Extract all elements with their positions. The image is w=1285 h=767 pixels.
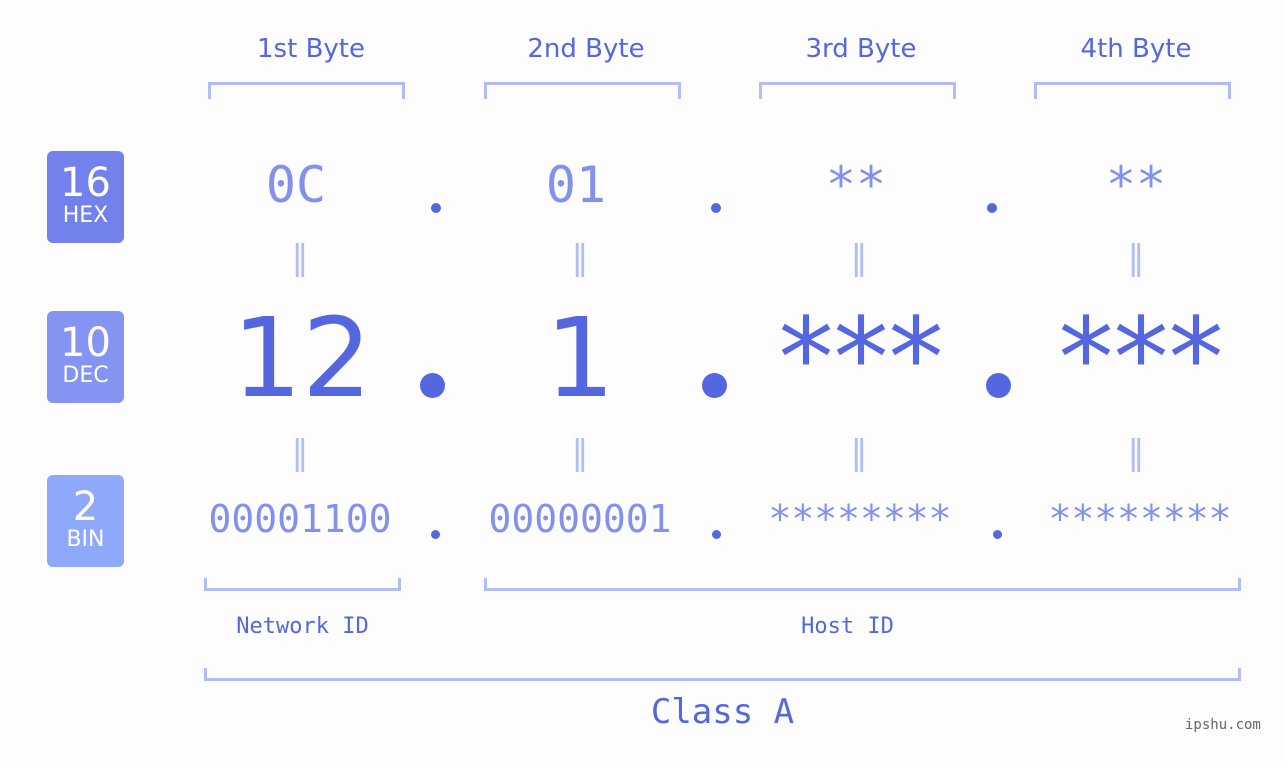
bin-badge: 2 BIN [47,475,124,567]
dec-dot-1 [420,373,445,398]
network-id-bracket [204,578,401,591]
dec-dot-2 [702,373,727,398]
bin-byte-4: ******** [1048,497,1232,541]
equals-sign: ‖ [1127,433,1145,473]
dec-byte-3: *** [778,294,944,422]
equals-sign: ‖ [571,433,589,473]
bin-byte-2: 00000001 [488,497,672,541]
hex-dot-2 [711,203,721,213]
hex-byte-3: ** [825,156,887,214]
dec-badge-label: DEC [62,363,109,388]
equals-sign: ‖ [571,238,589,278]
network-id-label: Network ID [236,614,369,639]
byte-header-3: 3rd Byte [805,34,917,64]
class-label: Class A [650,692,795,732]
dec-badge-number: 10 [60,320,111,366]
dec-byte-1: 12 [232,294,372,422]
bin-byte-1: 00001100 [208,497,392,541]
equals-sign: ‖ [1127,238,1145,278]
bin-badge-number: 2 [72,484,99,530]
hex-byte-2: 01 [545,156,607,214]
equals-sign: ‖ [291,238,309,278]
hex-badge-label: HEX [62,203,109,228]
dec-dot-3 [986,373,1011,398]
dec-byte-2: 1 [545,294,615,422]
bin-dot-3 [993,530,1002,539]
hex-dot-1 [431,203,441,213]
bin-byte-3: ******** [768,497,952,541]
host-id-label: Host ID [801,614,894,639]
bin-dot-1 [431,530,440,539]
dec-badge: 10 DEC [47,311,124,403]
hex-byte-1: 0C [265,156,327,214]
byte-bracket-4 [1034,82,1231,99]
equals-sign: ‖ [850,238,868,278]
equals-sign: ‖ [291,433,309,473]
dec-byte-4: *** [1058,294,1224,422]
hex-badge: 16 HEX [47,151,124,243]
bin-dot-2 [712,530,721,539]
class-bracket [204,668,1241,681]
hex-dot-3 [987,203,997,213]
bin-badge-label: BIN [66,527,105,552]
byte-bracket-1 [208,82,405,99]
byte-header-1: 1st Byte [257,34,365,64]
watermark: ipshu.com [1185,717,1261,733]
byte-bracket-3 [759,82,956,99]
byte-header-2: 2nd Byte [527,34,645,64]
byte-header-4: 4th Byte [1080,34,1192,64]
equals-sign: ‖ [850,433,868,473]
byte-bracket-2 [484,82,681,99]
host-id-bracket [484,578,1241,591]
hex-byte-4: ** [1105,156,1167,214]
hex-badge-number: 16 [60,160,111,206]
